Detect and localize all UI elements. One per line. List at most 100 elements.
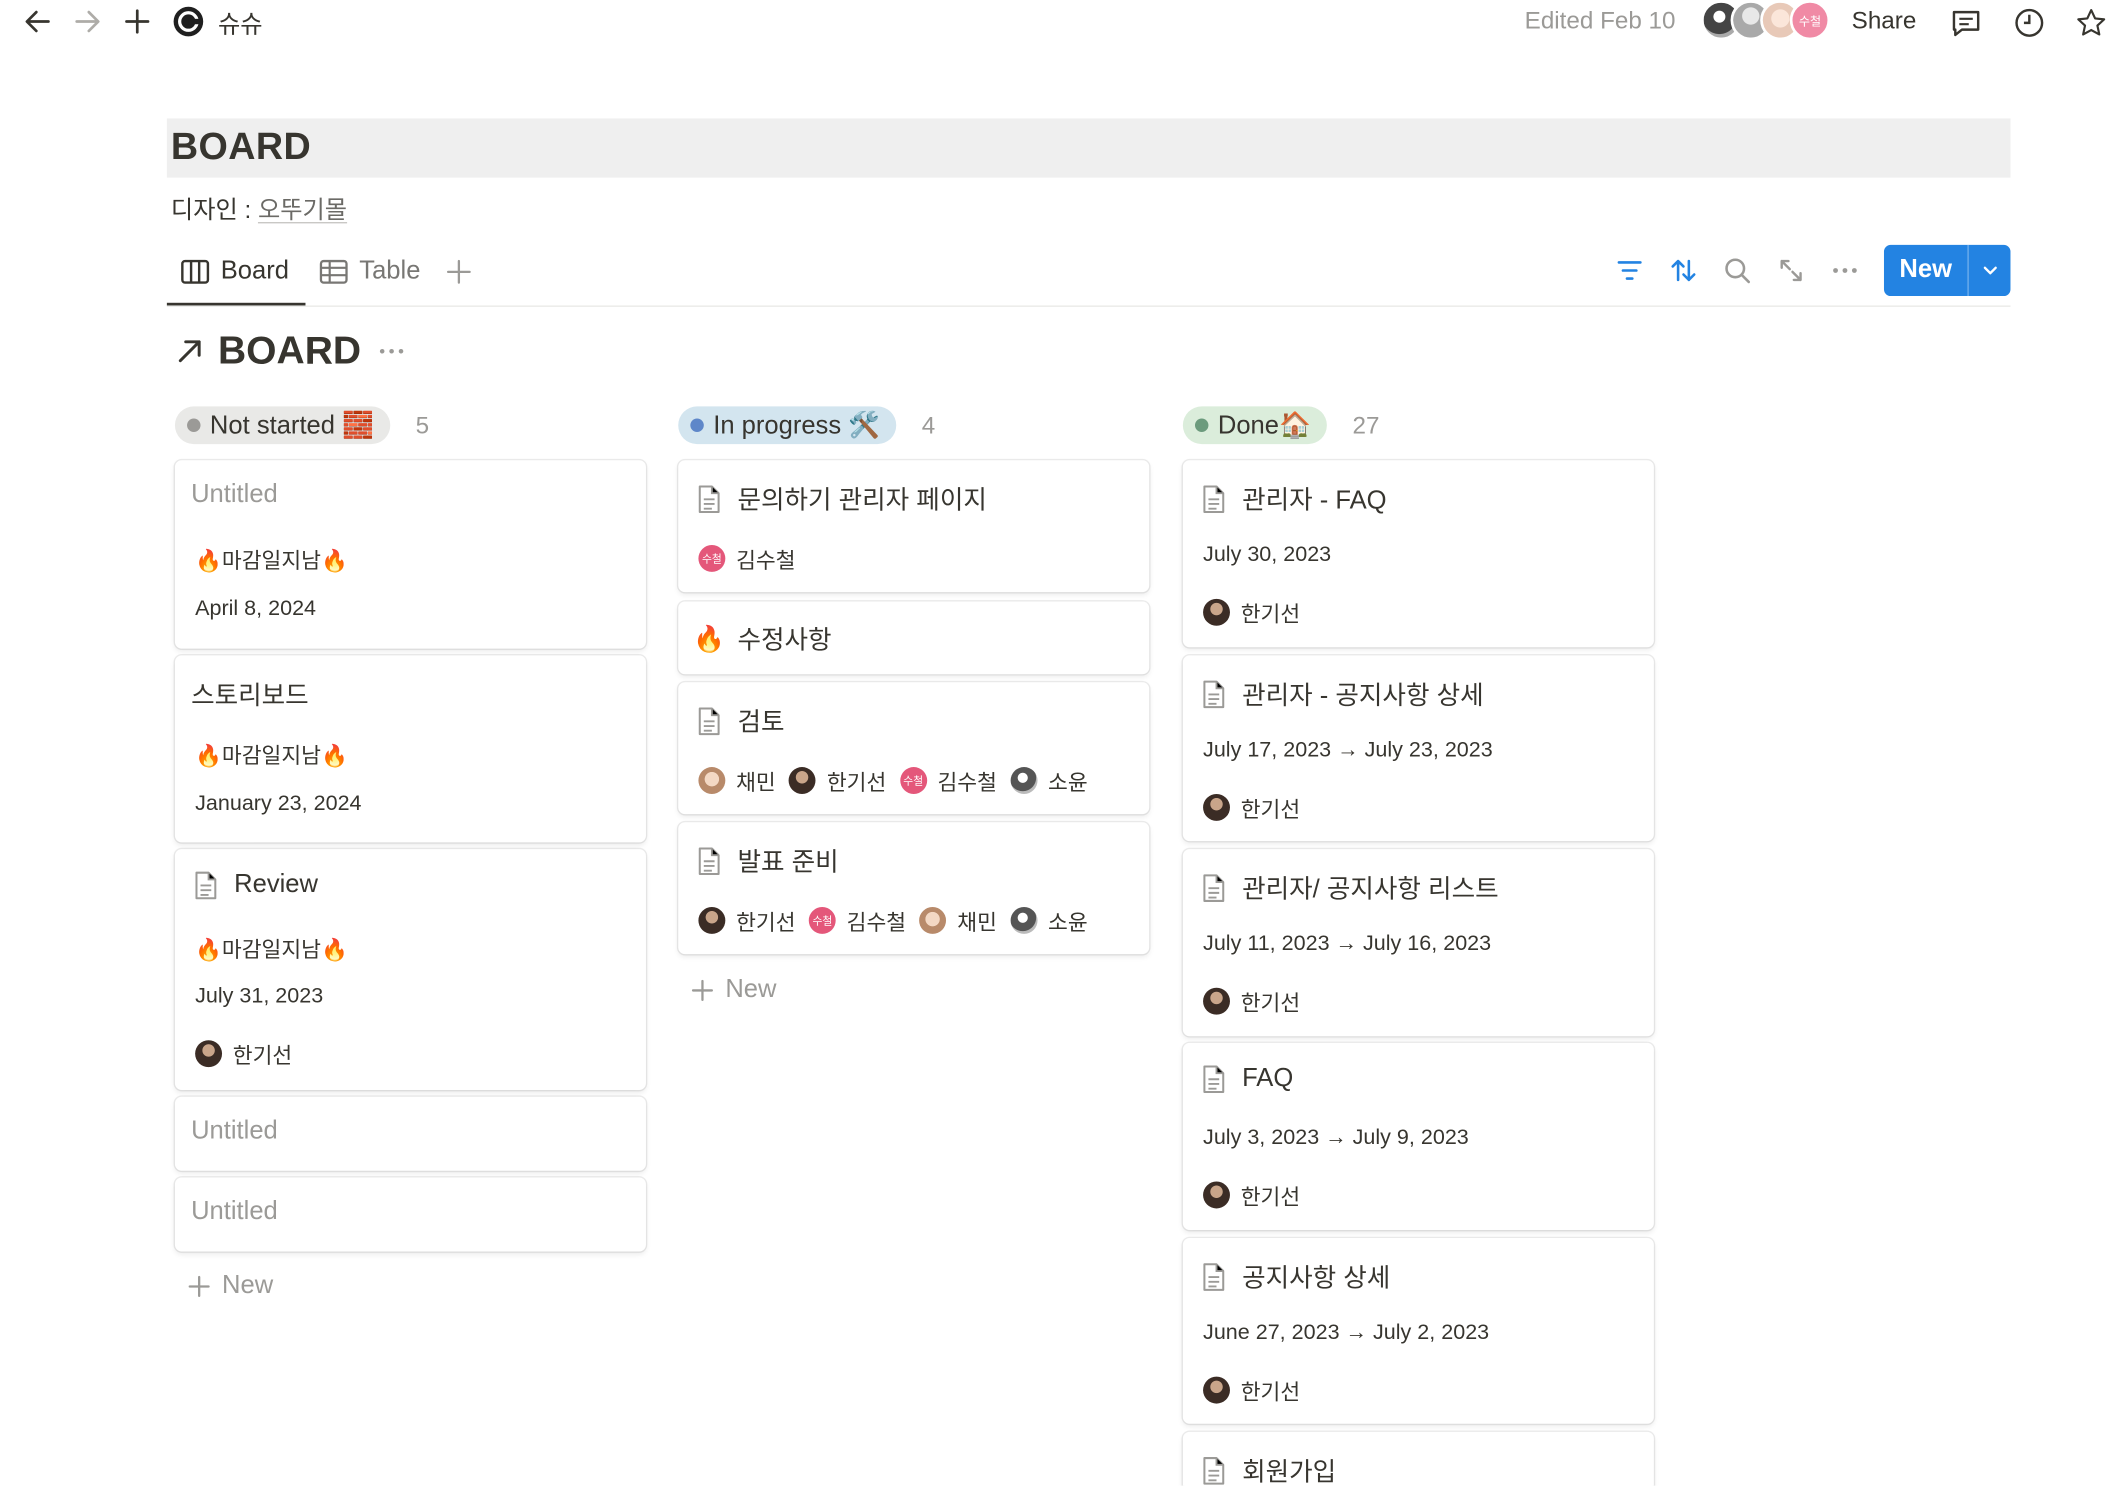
card-title: 스토리보드 <box>191 682 309 711</box>
description-link[interactable]: 오뚜기몰 <box>258 196 347 223</box>
status-badge[interactable]: In progress 🛠️ <box>678 406 897 445</box>
board-card[interactable]: 발표 준비 한기선 수철 김수철 채민 소윤 <box>678 822 1150 955</box>
person-name: 한기선 <box>1240 799 1301 823</box>
person-chip: 소윤 <box>1010 904 1088 936</box>
avatar <box>1203 1181 1230 1209</box>
card-title: Review <box>234 870 319 899</box>
board-card[interactable]: 스토리보드 🔥마감일지남🔥 January 23, 2024 <box>174 655 646 843</box>
status-badge[interactable]: Not started 🧱 <box>174 406 391 445</box>
page-title[interactable]: BOARD <box>171 125 311 168</box>
table-icon <box>319 259 348 284</box>
status-dot <box>690 418 704 432</box>
column-header[interactable]: Done🏠 27 <box>1182 404 1654 447</box>
board-card[interactable]: Untitled 🔥마감일지남🔥 April 8, 2024 <box>174 460 646 649</box>
card-title-row: 관리자/ 공지사항 리스트 <box>1199 869 1499 905</box>
person-chip: 수철 김수철 <box>808 904 907 936</box>
add-card-button[interactable]: New <box>690 976 776 1006</box>
board-card[interactable]: Review 🔥마감일지남🔥 July 31, 2023 한기선 <box>174 849 646 1091</box>
page-doc-icon <box>1199 871 1229 903</box>
edited-timestamp: Edited Feb 10 <box>1524 6 1676 34</box>
card-title: FAQ <box>1242 1064 1294 1093</box>
back-arrow-icon[interactable] <box>20 4 55 39</box>
sort-icon[interactable] <box>1666 253 1701 288</box>
card-title-row: 발표 준비 <box>694 842 839 878</box>
card-assignee: 한기선 <box>1203 1374 1314 1406</box>
add-page-icon[interactable] <box>120 4 155 39</box>
person-chip: 수철 김수철 <box>899 764 997 796</box>
card-title: 관리자/ 공지사항 리스트 <box>1242 876 1499 905</box>
avatar[interactable]: 수철 <box>1789 0 1831 41</box>
column-count: 5 <box>415 411 430 439</box>
card-assignee: 한기선 <box>195 1038 306 1070</box>
view-options-icon[interactable] <box>377 336 407 366</box>
card-assignees: 수철 김수철 <box>698 542 809 574</box>
page-doc-icon <box>694 844 724 876</box>
person-chip: 채민 <box>919 904 997 936</box>
column-count: 27 <box>1352 411 1380 439</box>
board-card[interactable]: 🔥 수정사항 <box>678 601 1150 675</box>
board-card[interactable]: 회원가입 <box>1182 1431 1654 1486</box>
card-title-row: 회원가입 <box>1199 1452 1336 1486</box>
favorite-star-icon[interactable] <box>2074 5 2109 40</box>
card-date: July 17, 2023 → July 23, 2023 <box>1203 738 1493 762</box>
card-title: 관리자 - 공지사항 상세 <box>1242 682 1484 711</box>
status-badge[interactable]: Done🏠 <box>1182 406 1327 445</box>
card-assignee: 한기선 <box>1203 791 1314 823</box>
card-title-row: FAQ <box>1199 1063 1293 1095</box>
avatar <box>1203 598 1230 626</box>
card-date: June 27, 2023 → July 2, 2023 <box>1203 1321 1490 1345</box>
card-assignees: 한기선 수철 김수철 채민 소윤 <box>698 904 1101 936</box>
filter-icon[interactable] <box>1612 253 1647 288</box>
add-card-label: New <box>725 975 777 1004</box>
person-name: 소윤 <box>1048 912 1088 936</box>
tab-board[interactable]: Board <box>180 253 289 291</box>
column-header[interactable]: In progress 🛠️ 4 <box>678 404 1149 447</box>
board-card[interactable]: 관리자 - FAQ July 30, 2023 한기선 <box>1182 460 1654 648</box>
add-view-icon[interactable] <box>445 253 472 291</box>
workspace-logo-icon[interactable] <box>171 4 206 39</box>
board-card[interactable]: Untitled <box>174 1177 646 1252</box>
card-title-row: 관리자 - 공지사항 상세 <box>1199 676 1484 712</box>
column-name: Done🏠 <box>1217 411 1311 441</box>
card-assignee: 한기선 <box>1203 1179 1314 1211</box>
board-card[interactable]: 공지사항 상세 June 27, 2023 → July 2, 2023 한기선 <box>1182 1238 1654 1424</box>
new-button[interactable]: New <box>1883 244 2011 297</box>
board-card[interactable]: FAQ July 3, 2023 → July 9, 2023 한기선 <box>1182 1042 1654 1230</box>
column-header[interactable]: Not started 🧱 5 <box>174 404 646 447</box>
board-card[interactable]: 검토 채민 한기선 수철 김수철 소윤 <box>678 682 1150 815</box>
view-title-label: BOARD <box>218 329 362 373</box>
person-name: 한기선 <box>1240 1186 1301 1210</box>
search-icon[interactable] <box>1720 253 1755 288</box>
deadline-tag: 🔥마감일지남🔥 <box>195 745 348 769</box>
avatar <box>1203 793 1230 821</box>
plus-icon <box>188 1275 210 1298</box>
chevron-down-icon[interactable] <box>1967 244 2010 297</box>
linked-view-title[interactable]: BOARD <box>175 327 407 375</box>
avatar: 수철 <box>698 545 726 572</box>
avatar <box>698 907 726 934</box>
workspace-name[interactable]: 슈슈 <box>218 5 263 40</box>
page-doc-icon <box>1199 1260 1229 1292</box>
column-in-progress: In progress 🛠️ 4 문의하기 관리자 페이지 수철 김수철 🔥 수정… <box>678 404 1150 1004</box>
card-title: 수정사항 <box>737 627 832 656</box>
board-card[interactable]: 관리자 - 공지사항 상세 July 17, 2023 → July 23, 2… <box>1182 655 1654 842</box>
new-button-label[interactable]: New <box>1884 245 1967 296</box>
person-name: 한기선 <box>1240 993 1301 1017</box>
expand-icon[interactable] <box>1774 253 1809 288</box>
person-chip: 한기선 <box>1203 1374 1300 1406</box>
share-button[interactable]: Share <box>1852 7 1917 35</box>
deadline-tag: 🔥마감일지남🔥 <box>195 550 348 574</box>
more-options-icon[interactable] <box>1827 253 1862 288</box>
history-clock-icon[interactable] <box>2012 5 2047 40</box>
column-done: Done🏠 27 관리자 - FAQ July 30, 2023 한기선 관리자… <box>1182 404 1654 1486</box>
person-name: 김수철 <box>846 912 907 936</box>
board-card[interactable]: 관리자/ 공지사항 리스트 July 11, 2023 → July 16, 2… <box>1182 849 1654 1037</box>
tab-table[interactable]: Table <box>319 253 420 291</box>
board-card[interactable]: 문의하기 관리자 페이지 수철 김수철 <box>678 460 1150 593</box>
forward-arrow-icon[interactable] <box>70 4 105 39</box>
board-card[interactable]: Untitled <box>174 1096 646 1171</box>
comment-icon[interactable] <box>1949 5 1984 40</box>
add-card-button[interactable]: New <box>187 1272 273 1302</box>
person-chip: 한기선 <box>698 904 796 936</box>
person-name: 채민 <box>957 912 997 936</box>
